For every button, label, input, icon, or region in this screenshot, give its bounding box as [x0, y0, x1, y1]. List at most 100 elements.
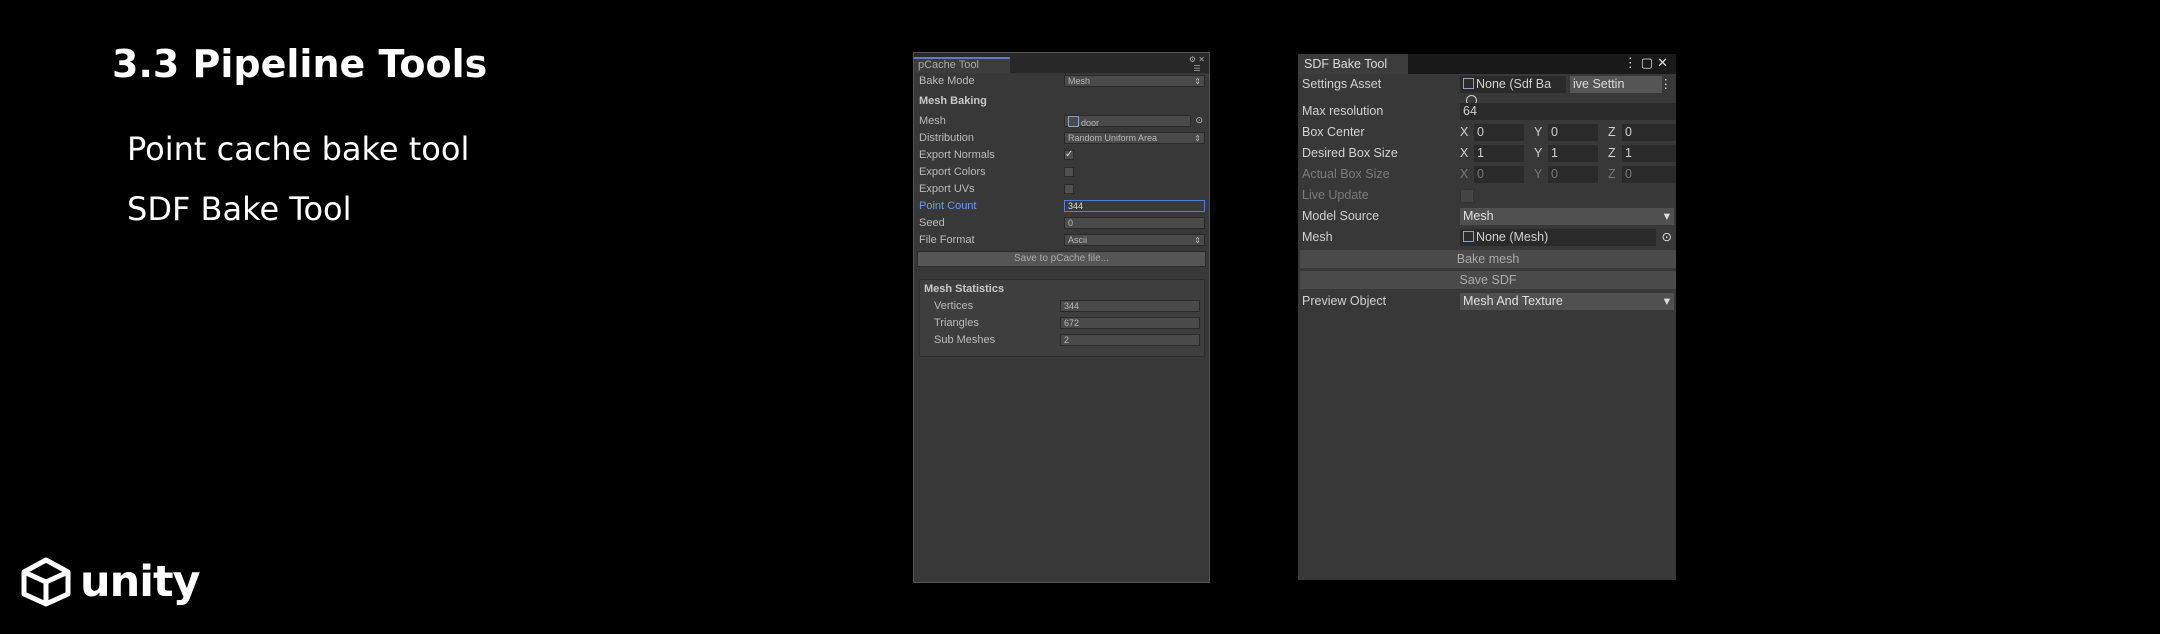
- unity-wordmark: unity: [80, 557, 201, 607]
- tab-pcache-tool[interactable]: pCache Tool: [914, 57, 1010, 73]
- desired-box-size-row: Desired Box Size X 1 Y 1 Z 1: [1302, 144, 1676, 164]
- unity-logo: unity: [18, 556, 201, 608]
- stat-value: 344: [1060, 300, 1200, 312]
- file-format-dropdown[interactable]: Ascii: [1064, 234, 1205, 246]
- bake-mesh-button[interactable]: Bake mesh: [1300, 250, 1676, 268]
- settings-asset-row: Settings Asset None (Sdf Ba ive Settin ⋮: [1302, 75, 1676, 106]
- point-count-row: Point Count 344: [919, 199, 1205, 215]
- file-format-label: File Format: [919, 234, 975, 246]
- sdf-bake-tool-window: SDF Bake Tool ⋮▢✕ Settings Asset None (S…: [1298, 54, 1676, 580]
- export-colors-label: Export Colors: [919, 166, 986, 178]
- axis-x-label: X: [1460, 146, 1469, 160]
- desired-size-y-input[interactable]: 1: [1548, 145, 1598, 162]
- mesh-icon: [1068, 116, 1079, 127]
- desired-size-z-input[interactable]: 1: [1622, 145, 1676, 162]
- window-menu-icon[interactable]: ⚙ ✕ ☰: [1189, 55, 1205, 73]
- export-uvs-row: Export UVs: [919, 182, 1205, 198]
- model-source-row: Model Source Mesh: [1302, 207, 1676, 227]
- preview-object-dropdown[interactable]: Mesh And Texture: [1460, 293, 1674, 310]
- mesh-statistics-title: Mesh Statistics: [924, 283, 1005, 295]
- export-normals-checkbox[interactable]: ✓: [1064, 150, 1074, 160]
- pcache-tool-window: pCache Tool ⚙ ✕ ☰ Bake Mode Mesh Mesh Ba…: [913, 52, 1210, 583]
- bake-mode-label: Bake Mode: [919, 75, 975, 87]
- stat-label: Vertices: [934, 300, 974, 312]
- save-settings-button[interactable]: ive Settin: [1570, 76, 1662, 93]
- axis-y-label: Y: [1534, 125, 1543, 139]
- actual-size-x-value: 0: [1474, 166, 1524, 183]
- bullet-sdf-bake: SDF Bake Tool: [127, 190, 352, 228]
- stat-value: 2: [1060, 334, 1200, 346]
- seed-row: Seed 0: [919, 216, 1205, 232]
- preview-object-row: Preview Object Mesh And Texture: [1302, 292, 1676, 312]
- model-source-label: Model Source: [1302, 209, 1380, 223]
- object-picker-icon[interactable]: ⊙: [1195, 115, 1203, 126]
- max-resolution-row: Max resolution 64: [1302, 102, 1676, 122]
- model-source-dropdown[interactable]: Mesh: [1460, 208, 1674, 225]
- pcache-tab-bar: pCache Tool ⚙ ✕ ☰: [914, 53, 1209, 73]
- stat-label: Sub Meshes: [934, 334, 996, 346]
- stat-row: Triangles 672: [934, 316, 1200, 332]
- export-colors-checkbox[interactable]: [1064, 167, 1074, 177]
- stat-value: 672: [1060, 317, 1200, 329]
- export-normals-row: Export Normals ✓: [919, 148, 1205, 164]
- distribution-label: Distribution: [919, 132, 975, 144]
- axis-z-label: Z: [1608, 167, 1616, 181]
- stat-row: Sub Meshes 2: [934, 333, 1200, 349]
- actual-box-size-label: Actual Box Size: [1302, 167, 1390, 181]
- seed-input[interactable]: 0: [1064, 217, 1205, 229]
- seed-label: Seed: [919, 217, 945, 229]
- sdf-tab-bar: SDF Bake Tool ⋮▢✕: [1298, 54, 1676, 74]
- export-normals-label: Export Normals: [919, 149, 995, 161]
- mesh-object-field[interactable]: door: [1064, 115, 1191, 128]
- stat-row: Vertices 344: [934, 299, 1200, 315]
- live-update-label: Live Update: [1302, 188, 1369, 202]
- max-resolution-input[interactable]: 64: [1460, 103, 1676, 120]
- object-picker-icon[interactable]: ⊙: [1662, 229, 1672, 244]
- distribution-row: Distribution Random Uniform Area: [919, 131, 1205, 147]
- export-colors-row: Export Colors: [919, 165, 1205, 181]
- bake-mode-dropdown[interactable]: Mesh: [1064, 75, 1205, 87]
- axis-x-label: X: [1460, 167, 1469, 181]
- export-uvs-label: Export UVs: [919, 183, 975, 195]
- slide-title: 3.3 Pipeline Tools: [112, 42, 488, 86]
- bake-mode-row: Bake Mode Mesh: [919, 74, 1205, 90]
- maximize-icon[interactable]: ▢: [1641, 55, 1657, 70]
- mesh-statistics-box: Mesh Statistics Vertices 344 Triangles 6…: [919, 279, 1205, 357]
- save-sdf-button[interactable]: Save SDF: [1300, 271, 1676, 289]
- actual-box-size-row: Actual Box Size X 0 Y 0 Z 0: [1302, 165, 1676, 185]
- point-count-label: Point Count: [919, 200, 977, 212]
- settings-asset-label: Settings Asset: [1302, 77, 1382, 91]
- close-icon[interactable]: ✕: [1657, 55, 1672, 70]
- mesh-label: Mesh: [1302, 230, 1333, 244]
- axis-z-label: Z: [1608, 125, 1616, 139]
- file-format-row: File Format Ascii: [919, 233, 1205, 249]
- actual-size-y-value: 0: [1548, 166, 1598, 183]
- axis-y-label: Y: [1534, 167, 1543, 181]
- desired-size-x-input[interactable]: 1: [1474, 145, 1524, 162]
- unity-cube-icon: [21, 557, 71, 607]
- live-update-checkbox[interactable]: [1460, 189, 1474, 203]
- settings-menu-icon[interactable]: ⋮: [1660, 76, 1673, 91]
- settings-asset-field[interactable]: None (Sdf Ba: [1460, 76, 1566, 106]
- box-center-y-input[interactable]: 0: [1548, 124, 1598, 141]
- mesh-object-field[interactable]: None (Mesh): [1460, 229, 1656, 246]
- distribution-dropdown[interactable]: Random Uniform Area: [1064, 132, 1205, 144]
- box-center-row: Box Center X 0 Y 0 Z 0: [1302, 123, 1676, 143]
- mesh-baking-header: Mesh Baking: [919, 95, 987, 107]
- stat-label: Triangles: [934, 317, 979, 329]
- tab-sdf-bake-tool[interactable]: SDF Bake Tool: [1298, 54, 1408, 74]
- mesh-icon: [1463, 231, 1474, 242]
- point-count-input[interactable]: 344: [1064, 200, 1205, 212]
- asset-icon: [1463, 78, 1474, 89]
- box-center-z-input[interactable]: 0: [1622, 124, 1676, 141]
- export-uvs-checkbox[interactable]: [1064, 184, 1074, 194]
- axis-z-label: Z: [1608, 146, 1616, 160]
- max-resolution-label: Max resolution: [1302, 104, 1384, 118]
- desired-box-size-label: Desired Box Size: [1302, 146, 1398, 160]
- axis-y-label: Y: [1534, 146, 1543, 160]
- kebab-menu-icon[interactable]: ⋮: [1624, 55, 1641, 70]
- save-pcache-button[interactable]: Save to pCache file...: [917, 251, 1206, 267]
- live-update-row: Live Update: [1302, 186, 1676, 206]
- mesh-row: Mesh None (Mesh) ⊙: [1302, 228, 1676, 248]
- box-center-x-input[interactable]: 0: [1474, 124, 1524, 141]
